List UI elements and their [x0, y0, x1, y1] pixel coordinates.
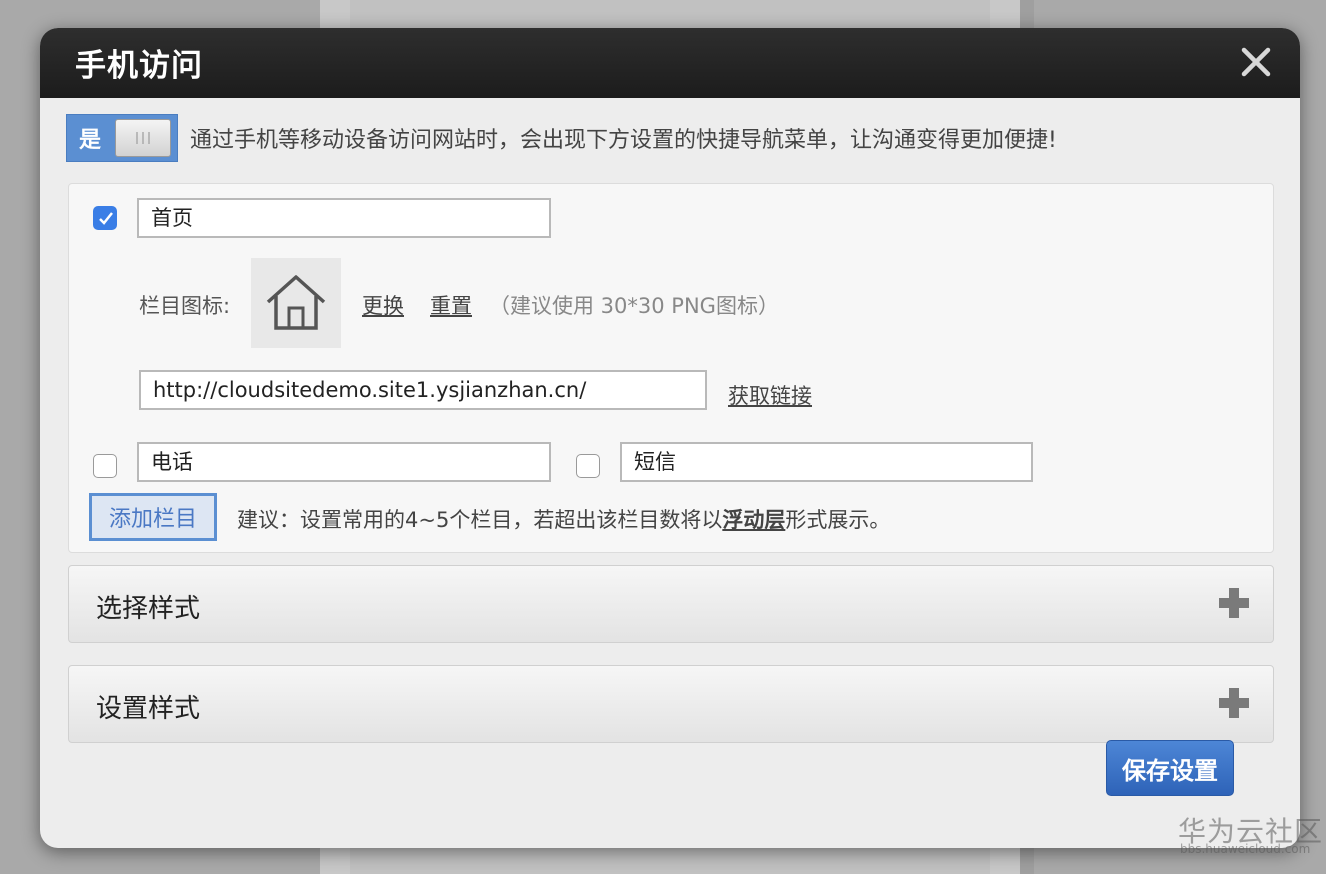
accordion-title: 设置样式 — [96, 694, 201, 724]
nav-item-name-input-sms[interactable]: 短信 — [620, 442, 1033, 482]
suggestion-prefix: 建议：设置常用的4~5个栏目，若超出该栏目数将以 — [237, 508, 723, 532]
plus-icon[interactable] — [1217, 686, 1251, 720]
suggestion-suffix: 形式展示。 — [785, 508, 891, 532]
toggle-on-label: 是 — [79, 128, 102, 153]
toggle-description: 通过手机等移动设备访问网站时，会出现下方设置的快捷导航菜单，让沟通变得更加便捷! — [190, 128, 1057, 153]
accordion-title: 选择样式 — [96, 594, 201, 624]
icon-size-hint: （建议使用 30*30 PNG图标） — [489, 294, 779, 318]
dialog-titlebar: 手机访问 — [40, 28, 1300, 98]
floating-layer-link[interactable]: 浮动层 — [722, 508, 785, 532]
mobile-access-dialog: 手机访问 是 通过手机等移动设备访问网站时，会出现下方设置的快捷导航菜单，让沟通… — [40, 28, 1300, 848]
icon-label: 栏目图标: — [139, 294, 231, 318]
nav-item-url-input[interactable]: http://cloudsitedemo.site1.ysjianzhan.cn… — [139, 370, 707, 410]
nav-item-checkbox-phone[interactable] — [93, 454, 117, 478]
nav-item-name-input-home[interactable]: 首页 — [137, 198, 551, 238]
nav-items-panel: 首页 栏目图标: 更换 重置 （建议使用 30*30 PNG图标） http:/… — [68, 183, 1274, 553]
watermark-subtext: bbs.huaweicloud.com — [1180, 842, 1311, 856]
dialog-title: 手机访问 — [75, 48, 203, 84]
close-icon[interactable] — [1240, 44, 1272, 80]
plus-icon[interactable] — [1217, 586, 1251, 620]
toggle-knob[interactable] — [115, 119, 171, 157]
get-link-link[interactable]: 获取链接 — [728, 380, 812, 410]
accordion-select-style[interactable]: 选择样式 — [68, 565, 1274, 643]
nav-item-checkbox-sms[interactable] — [576, 454, 600, 478]
home-icon — [251, 258, 341, 348]
reset-icon-link[interactable]: 重置 — [430, 290, 472, 320]
nav-item-name-input-phone[interactable]: 电话 — [137, 442, 551, 482]
add-suggestion-text: 建议：设置常用的4~5个栏目，若超出该栏目数将以浮动层形式展示。 — [237, 504, 890, 534]
save-settings-button[interactable]: 保存设置 — [1106, 740, 1234, 796]
nav-item-checkbox-home[interactable] — [93, 206, 117, 230]
change-icon-link[interactable]: 更换 — [362, 290, 404, 320]
mobile-toggle-row: 是 通过手机等移动设备访问网站时，会出现下方设置的快捷导航菜单，让沟通变得更加便… — [66, 114, 1057, 162]
add-nav-item-button[interactable]: 添加栏目 — [89, 493, 217, 541]
mobile-access-toggle[interactable]: 是 — [66, 114, 178, 162]
accordion-set-style[interactable]: 设置样式 — [68, 665, 1274, 743]
